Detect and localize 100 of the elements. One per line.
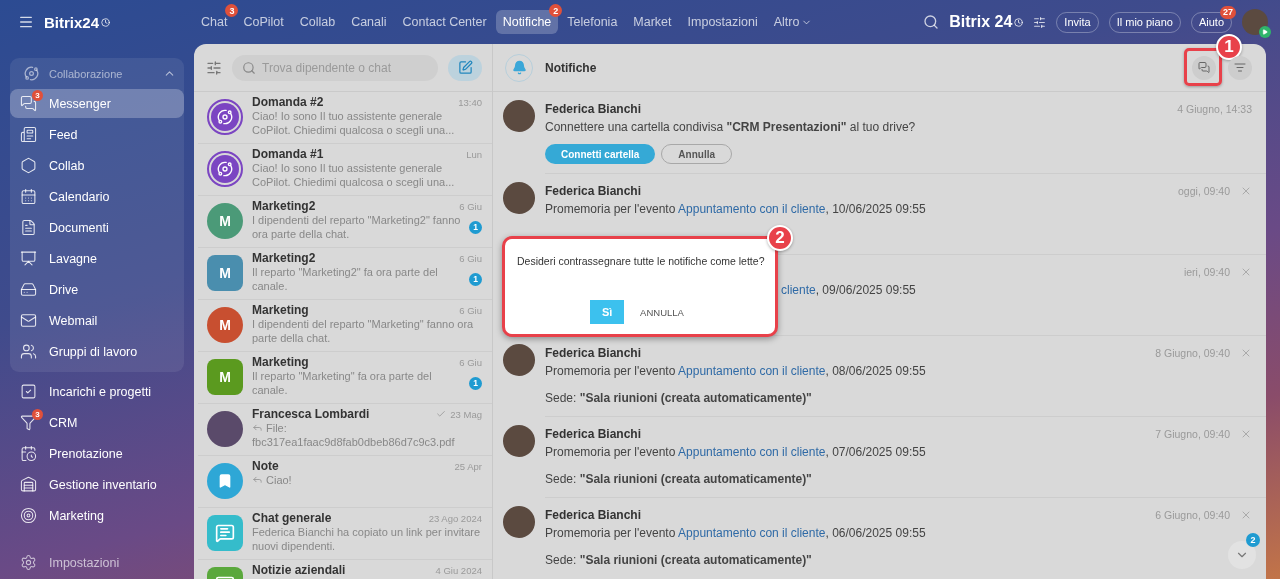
pen-icon (457, 60, 473, 75)
warehouse-icon (20, 476, 37, 493)
count-badge: 3 (32, 409, 43, 420)
sidebar-item[interactable]: 3 Messenger (10, 89, 184, 118)
chat-name: Marketing2 (252, 251, 316, 265)
notification-text: Connettere una cartella condivisa "CRM Presentazioni" al tuo drive? (545, 119, 917, 136)
sidebar-item[interactable]: Impostazioni (10, 548, 184, 577)
sender-name: Federica Bianchi (545, 427, 643, 441)
close-icon[interactable] (1240, 266, 1252, 278)
cancel-button[interactable]: ANNULLA (634, 305, 690, 319)
chat-row[interactable]: Domanda #1 Lun Ciao! Io sono Il tuo assistente generale CoPilot. Chiedimi qualcosa o scegli una... (198, 144, 492, 196)
target-icon (20, 507, 37, 524)
sidebar-item[interactable]: Gruppi di lavoro (10, 337, 184, 366)
close-icon[interactable] (1240, 185, 1252, 197)
scroll-down-button[interactable] (1228, 541, 1256, 569)
sidebar-item[interactable]: Drive (10, 275, 184, 304)
mark-read-button[interactable] (1192, 55, 1216, 80)
message-preview: Ciao! Io sono Il tuo assistente generale CoPilot. Chiedimi qualcosa o scegli una... (252, 109, 456, 137)
timestamp: 6 Giugno, 09:40 (1155, 509, 1230, 521)
message-preview: Il reparto "Marketing" fa ora parte del canale. (252, 369, 433, 397)
search-icon (242, 60, 256, 75)
notification-text: Promemoria per l'evento Appuntamento con il cliente, 08/06/2025 09:55 (545, 363, 927, 380)
chat-name: Francesca Lombardi (252, 407, 370, 421)
compose-button[interactable] (448, 54, 482, 81)
user-avatar[interactable] (1242, 9, 1268, 35)
hard-drive-icon (20, 281, 37, 298)
sidebar-item[interactable]: Incarichi e progetti (10, 377, 184, 406)
sender-name: Federica Bianchi (545, 102, 643, 116)
sidebar-item[interactable]: Webmail (10, 306, 184, 335)
sidebar-item[interactable]: Collab (10, 151, 184, 180)
sidebar-item[interactable]: Lavagne (10, 244, 184, 273)
message-preview: I dipendenti del reparto "Marketing2" fanno ora parte della chat. (252, 213, 462, 241)
group-label: Collaborazione (49, 67, 124, 80)
location-text: Sede: "Sala riunioni (creata automaticamente)" (545, 553, 812, 567)
nav-tab[interactable]: Altro (766, 10, 820, 34)
event-link[interactable]: cliente (781, 283, 816, 297)
sidebar-item[interactable]: Marketing (10, 501, 184, 530)
avatar (503, 344, 535, 376)
sliders-icon[interactable] (1033, 15, 1047, 29)
step-marker: 1 (1216, 33, 1242, 60)
nav-tab[interactable]: Collab (292, 10, 343, 34)
sidebar-item[interactable]: Documenti (10, 213, 184, 242)
sidebar-item[interactable]: Prenotazione (10, 439, 184, 468)
notification-text: Promemoria per l'evento Appuntamento con il cliente, 07/06/2025 09:55 (545, 444, 927, 461)
location-text: Sede: "Sala riunioni (creata automaticamente)" (545, 391, 812, 405)
checkbox-icon (20, 383, 37, 400)
avatar (503, 506, 535, 538)
settings-icon (20, 554, 37, 571)
avatar: M (207, 307, 243, 343)
sender-name: Federica Bianchi (545, 346, 643, 360)
filter-search-button[interactable] (1228, 55, 1252, 80)
location-text: Sede: "Sala riunioni (creata automaticamente)" (545, 472, 812, 486)
timestamp: 8 Giugno, 09:40 (1155, 347, 1230, 359)
close-icon[interactable] (1240, 428, 1252, 440)
file-icon (20, 219, 37, 236)
nav-tab[interactable]: Market (626, 10, 679, 34)
chat-bubbles-icon (1198, 61, 1210, 74)
menu-icon[interactable] (18, 14, 34, 30)
notification-text: Promemoria per l'evento Appuntamento con il cliente, 10/06/2025 09:55 (545, 201, 927, 218)
hexagon-icon (20, 157, 37, 174)
sender-name: Federica Bianchi (545, 184, 643, 198)
sender-name: Federica Bianchi (545, 508, 643, 522)
chat-name: Marketing (252, 303, 309, 317)
calendar-clock-icon (20, 445, 37, 462)
message-preview: Federica Bianchi ha copiato un link per invitare nuovi dipendenti. (252, 525, 482, 553)
chat-name: Marketing (252, 355, 309, 369)
close-icon[interactable] (1240, 347, 1252, 359)
sidebar-item[interactable]: Calendario (10, 182, 184, 211)
nav-tab[interactable]: Contact Center (395, 10, 494, 34)
chat-name: Marketing2 (252, 199, 316, 213)
brand-logo: Bitrix 24 (949, 13, 1024, 31)
orbit-icon (24, 66, 39, 81)
nav-tab[interactable]: Impostazioni (680, 10, 765, 34)
document-icon (20, 126, 37, 143)
sidebar-item[interactable]: 3 CRM (10, 408, 184, 437)
chat-name: Domanda #1 (252, 147, 324, 161)
chat-time: 25 Apr (454, 460, 482, 472)
count-badge: 3 (32, 90, 43, 101)
chat-name: Domanda #2 (252, 95, 324, 109)
envelope-icon (20, 312, 37, 329)
chat-row[interactable]: Domanda #2 13:40 Ciao! Io sono Il tuo assistente generale CoPilot. Chiedimi qualcosa o scegli una... (198, 92, 492, 144)
search-icon[interactable] (923, 14, 940, 30)
message-preview: Ciao! Io sono Il tuo assistente generale CoPilot. Chiedimi qualcosa o scegli una... (252, 161, 456, 189)
nav-tab[interactable]: CoPilot (236, 10, 291, 34)
chat-row[interactable]: Note 25 Apr Ciao! (198, 456, 492, 508)
nav-tab[interactable]: Canali (344, 10, 394, 34)
chat-name: Note (252, 459, 279, 473)
avatar (503, 100, 535, 132)
nav-tab[interactable]: Telefonia (560, 10, 625, 34)
sidebar-item[interactable]: Gestione inventario (10, 470, 184, 499)
sidebar-item[interactable]: Feed (10, 120, 184, 149)
people-icon (20, 343, 37, 360)
logo: Bitrix24 (44, 13, 111, 31)
unread-badge: 1 (469, 220, 482, 234)
chat-time: 13:40 (458, 96, 482, 108)
close-icon[interactable] (1240, 509, 1252, 521)
chat-row[interactable]: Francesca Lombardi 23 Mag File: fbc317ea1faac9d8fab0dbeb86d7c9c3.pdf (198, 404, 492, 456)
timestamp: oggi, 09:40 (1178, 185, 1230, 197)
filter-icon[interactable] (206, 59, 222, 76)
calendar-icon (20, 188, 37, 205)
